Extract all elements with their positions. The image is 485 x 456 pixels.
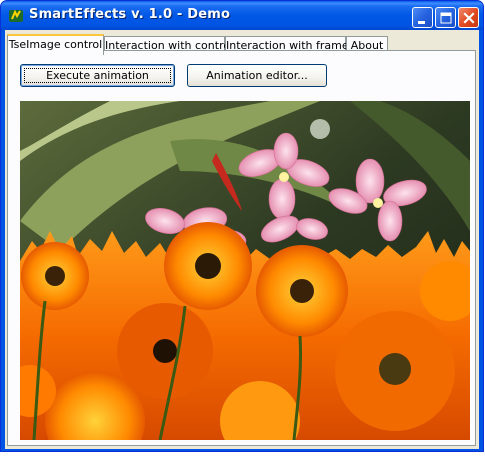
close-icon — [463, 12, 475, 24]
animation-editor-label: Animation editor... — [206, 69, 308, 82]
close-button[interactable] — [458, 7, 479, 28]
tab-panel: Execute animation Animation editor... — [7, 50, 476, 446]
minimize-button[interactable] — [412, 7, 433, 28]
client-area: TseImage control Interaction with contro… — [5, 30, 479, 449]
minimize-icon — [418, 21, 425, 24]
app-window: SmartEffects v. 1.0 - Demo TseImage cont… — [0, 0, 484, 452]
window-title: SmartEffects v. 1.0 - Demo — [29, 7, 231, 22]
image-display — [20, 101, 470, 440]
title-bar[interactable]: SmartEffects v. 1.0 - Demo — [1, 1, 483, 30]
tab-tseimage-control[interactable]: TseImage control — [7, 34, 104, 55]
execute-animation-button[interactable]: Execute animation — [20, 64, 175, 87]
maximize-button[interactable] — [435, 7, 456, 28]
focus-rect — [24, 68, 171, 83]
maximize-icon — [440, 12, 452, 24]
app-icon — [9, 9, 23, 22]
flowers-image — [20, 101, 470, 440]
animation-editor-button[interactable]: Animation editor... — [187, 64, 327, 87]
